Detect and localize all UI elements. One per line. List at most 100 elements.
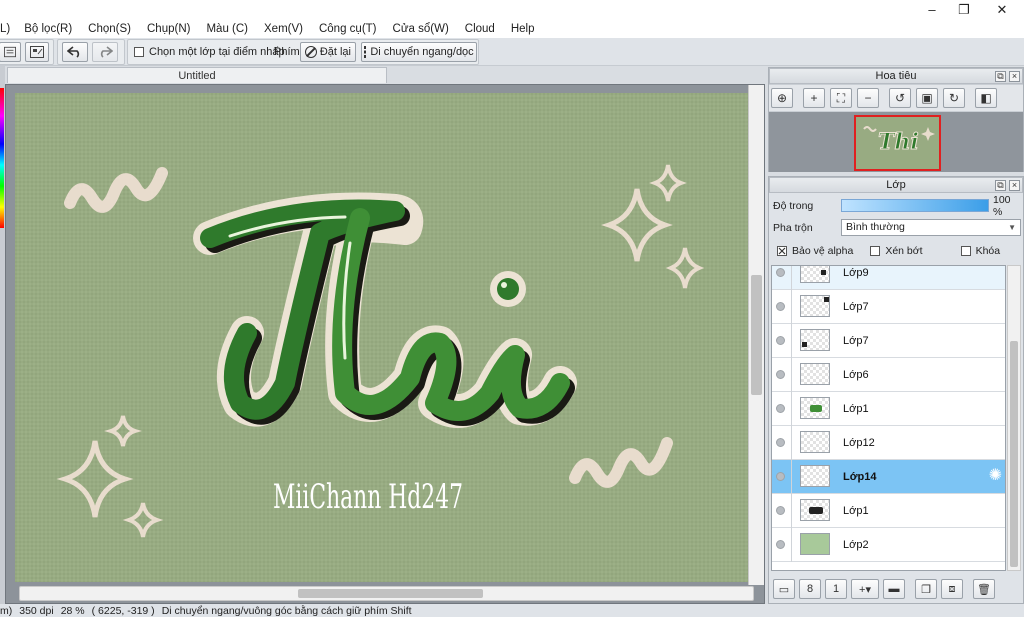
blend-row: Pha trộn Bình thường ▼ — [773, 218, 1021, 238]
lock-checkbox[interactable] — [960, 246, 971, 256]
new-layer-icon[interactable]: ▭ — [773, 579, 795, 599]
layer-row[interactable]: Lớp1 — [772, 392, 1005, 426]
layer-row[interactable]: Lớp12 — [772, 426, 1005, 460]
layer-list-scroll-thumb[interactable] — [1010, 341, 1018, 567]
select-layer-checkbox[interactable] — [134, 47, 144, 57]
menu-filter[interactable]: Bộ lọc(R) — [16, 23, 80, 35]
delete-layer-icon[interactable]: 🗑 — [973, 579, 995, 599]
visibility-toggle-icon[interactable] — [776, 370, 785, 379]
canvas-horizontal-scrollbar[interactable] — [19, 586, 754, 601]
canvas-horizontal-scroll-thumb[interactable] — [298, 589, 483, 598]
reset-icon — [305, 46, 317, 58]
layer-thumbnail — [800, 465, 830, 487]
clipping-checkbox[interactable] — [870, 246, 881, 256]
layer-row-selected[interactable]: Lớp14 ✺ — [772, 460, 1005, 494]
close-button[interactable]: ✕ — [983, 0, 1021, 19]
status-bar: m) 350 dpi 28 % ( 6225, -319 ) Di chuyển… — [0, 604, 1024, 617]
blend-label: Pha trộn — [773, 222, 813, 234]
canvas-vertical-scrollbar[interactable] — [748, 85, 764, 585]
menu-tools[interactable]: Công cụ(T) — [311, 23, 385, 35]
lock-label: Khóa — [975, 245, 1001, 257]
blend-mode-select[interactable]: Bình thường ▼ — [841, 219, 1021, 236]
layer-thumbnail — [800, 397, 830, 419]
new-folder-icon[interactable]: ▬ — [883, 579, 905, 599]
status-zoom: 28 % — [60, 604, 85, 617]
blend-mode-value: Bình thường — [846, 221, 905, 233]
zoom-in-icon[interactable]: + — [803, 88, 825, 108]
menu-color[interactable]: Màu (C) — [198, 23, 256, 35]
menu-select[interactable]: Chọn(S) — [80, 23, 139, 35]
new-8bit-layer-icon[interactable]: 8 — [799, 579, 821, 599]
layer-row[interactable]: Lớp7 — [772, 290, 1005, 324]
artwork-illustration: MiiChann Hd247 — [15, 93, 748, 582]
new-1bit-layer-icon[interactable]: 1 — [825, 579, 847, 599]
navigator-thumbnail[interactable]: Thi — [854, 115, 941, 171]
menu-help[interactable]: Help — [503, 23, 543, 35]
layer-list[interactable]: Lớp9 Lớp7 Lớp7 Lớp6 Lớp1 Lớp12 Lớp14 ✺ L… — [771, 265, 1006, 571]
move-grid-icon — [364, 46, 367, 58]
layer-row[interactable]: Lớp1 — [772, 494, 1005, 528]
panel-grid-icon[interactable] — [25, 42, 49, 62]
visibility-toggle-icon[interactable] — [776, 540, 785, 549]
menu-view[interactable]: Xem(V) — [256, 23, 311, 35]
visibility-toggle-icon[interactable] — [776, 438, 785, 447]
reset-label: Đặt lại — [319, 46, 351, 58]
visibility-toggle-icon[interactable] — [776, 404, 785, 413]
toolbar-group-panels — [0, 39, 54, 65]
layer-row[interactable]: Lớp6 — [772, 358, 1005, 392]
canvas-vertical-scroll-thumb[interactable] — [751, 275, 762, 395]
menu-window[interactable]: Cửa sổ(W) — [385, 23, 457, 35]
layers-header: Lớp ⧉ × — [769, 177, 1023, 193]
color-spectrum-bar[interactable] — [0, 88, 4, 228]
visibility-toggle-icon[interactable] — [776, 302, 785, 311]
artwork-canvas[interactable]: MiiChann Hd247 — [15, 93, 748, 582]
opacity-label: Độ trong — [773, 200, 814, 212]
menu-cloud[interactable]: Cloud — [457, 23, 503, 35]
navigator-close-icon[interactable]: × — [1009, 71, 1020, 82]
visibility-toggle-icon[interactable] — [776, 336, 785, 345]
navigator-toolbar: ⊕ + ⛶ − ↺ ▣ ↻ ◧ — [769, 85, 1023, 111]
visibility-toggle-icon[interactable] — [776, 472, 785, 481]
redo-icon[interactable] — [92, 42, 118, 62]
layers-popout-icon[interactable]: ⧉ — [995, 180, 1006, 191]
panel-list-icon[interactable] — [0, 42, 21, 62]
navigator-preview-area[interactable]: Thi — [769, 112, 1023, 172]
layer-row[interactable]: Lớp9 — [772, 266, 1005, 290]
signature-text: MiiChann Hd247 — [273, 477, 463, 517]
duplicate-layer-icon[interactable]: ❐ — [915, 579, 937, 599]
merge-layer-icon[interactable]: ⧈ — [941, 579, 963, 599]
visibility-toggle-icon[interactable] — [776, 506, 785, 515]
gear-icon[interactable]: ✺ — [989, 468, 1002, 484]
menu-capture[interactable]: Chụp(N) — [139, 23, 198, 35]
layer-thumbnail — [800, 363, 830, 385]
status-size: m) — [0, 604, 13, 617]
layers-close-icon[interactable]: × — [1009, 180, 1020, 191]
flip-horizontal-icon[interactable]: ◧ — [975, 88, 997, 108]
navigator-title: Hoa tiêu — [875, 70, 917, 82]
move-constrain-button[interactable]: Di chuyển ngang/dọc — [361, 42, 477, 62]
add-layer-dropdown-icon[interactable]: +▾ — [851, 579, 879, 599]
document-tab[interactable]: Untitled — [7, 67, 387, 83]
protect-alpha-checkbox[interactable] — [777, 246, 787, 256]
canvas-area[interactable]: MiiChann Hd247 — [5, 84, 765, 604]
navigator-popout-icon[interactable]: ⧉ — [995, 71, 1006, 82]
rotate-left-icon[interactable]: ↺ — [889, 88, 911, 108]
layer-row[interactable]: Lớp7 — [772, 324, 1005, 358]
opacity-slider[interactable] — [841, 199, 989, 212]
toolbar-group-move-options: Chọn một lớp tại điểm nhấp Phím Đặt lại … — [127, 39, 479, 65]
layer-row[interactable]: Lớp2 — [772, 528, 1005, 562]
fit-view-icon[interactable]: ⛶ — [830, 88, 852, 108]
zoom-out-icon[interactable]: − — [857, 88, 879, 108]
zoom-actual-icon[interactable]: ⊕ — [771, 88, 793, 108]
status-coords: ( 6225, -319 ) — [91, 604, 155, 617]
visibility-toggle-icon[interactable] — [776, 268, 785, 277]
menu-bar: L) Bộ lọc(R) Chọn(S) Chụp(N) Màu (C) Xem… — [0, 19, 1024, 38]
undo-icon[interactable] — [62, 42, 88, 62]
reset-rotation-icon[interactable]: ▣ — [916, 88, 938, 108]
layer-name: Lớp6 — [843, 369, 869, 381]
restore-button[interactable]: ❐ — [945, 0, 983, 19]
reset-button[interactable]: Đặt lại — [300, 42, 356, 62]
rotate-right-icon[interactable]: ↻ — [943, 88, 965, 108]
menu-layer[interactable]: L) — [0, 23, 16, 35]
layer-list-scrollbar[interactable] — [1007, 265, 1021, 571]
